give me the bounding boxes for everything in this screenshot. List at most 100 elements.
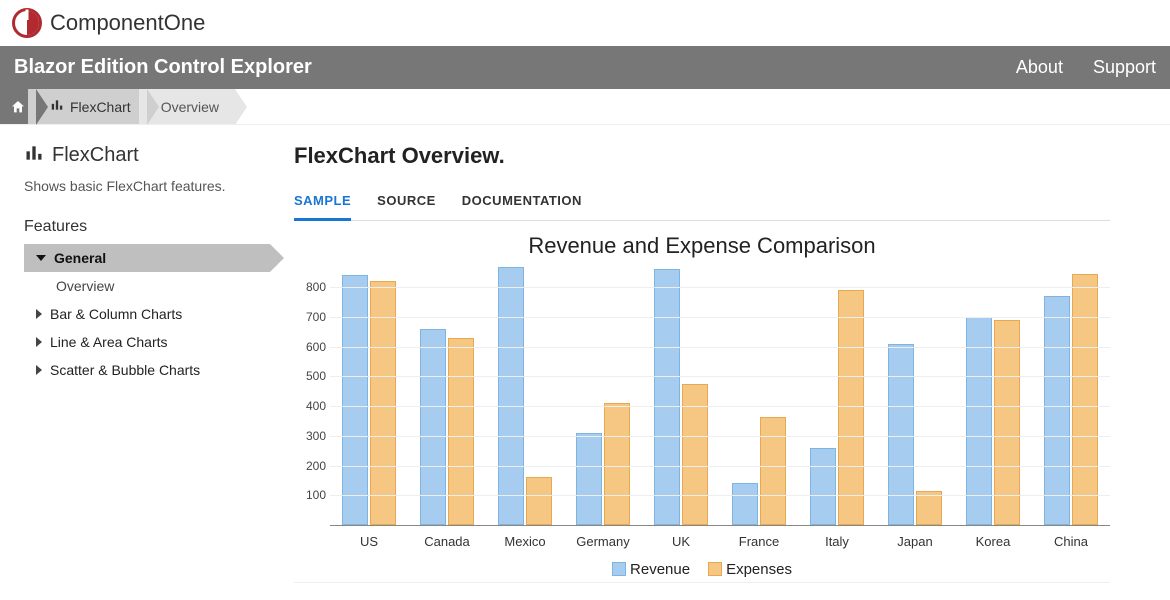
bar-expenses — [526, 477, 552, 525]
bar-group — [564, 403, 642, 525]
chevron-right-icon — [36, 337, 42, 347]
sidebar-item-label: General — [54, 250, 106, 266]
about-link[interactable]: About — [1016, 57, 1063, 78]
features-heading: Features — [24, 218, 270, 236]
title-bar: Blazor Edition Control Explorer About Su… — [0, 46, 1170, 89]
bar-revenue — [654, 269, 680, 525]
tab-documentation[interactable]: DOCUMENTATION — [462, 187, 582, 220]
sidebar-item-label: Line & Area Charts — [50, 334, 168, 350]
bar-expenses — [604, 403, 630, 525]
legend-swatch-expenses — [708, 562, 722, 576]
y-tick-label: 100 — [306, 488, 326, 502]
sidebar-item-line-area[interactable]: Line & Area Charts — [24, 328, 270, 356]
bar-expenses — [1072, 274, 1098, 525]
tab-source[interactable]: SOURCE — [377, 187, 436, 220]
gridline — [330, 406, 1110, 407]
x-tick-label: Korea — [954, 534, 1032, 549]
breadcrumb-label: Overview — [161, 99, 219, 115]
gridline — [330, 376, 1110, 377]
bar-group — [1032, 274, 1110, 525]
axis-baseline — [330, 525, 1110, 526]
gridline — [330, 495, 1110, 496]
bar-group — [486, 267, 564, 526]
legend-swatch-revenue — [612, 562, 626, 576]
bar-group — [720, 417, 798, 525]
bar-expenses — [448, 338, 474, 525]
sidebar-item-general[interactable]: General — [24, 244, 270, 272]
breadcrumb-label: FlexChart — [70, 99, 131, 115]
bar-expenses — [838, 290, 864, 525]
gridline — [330, 287, 1110, 288]
breadcrumb: FlexChart Overview — [0, 89, 1170, 125]
x-tick-label: Italy — [798, 534, 876, 549]
legend-item-revenue: Revenue — [612, 561, 690, 578]
app-title: Blazor Edition Control Explorer — [14, 56, 986, 79]
bar-group — [330, 275, 408, 525]
sidebar-item-label: Scatter & Bubble Charts — [50, 362, 200, 378]
bar-group — [954, 317, 1032, 525]
bar-revenue — [810, 448, 836, 525]
support-link[interactable]: Support — [1093, 57, 1156, 78]
chevron-right-icon — [36, 365, 42, 375]
y-tick-label: 500 — [306, 369, 326, 383]
bar-revenue — [342, 275, 368, 525]
bar-chart-icon — [50, 98, 64, 115]
legend-label: Expenses — [726, 561, 792, 578]
y-tick-label: 600 — [306, 340, 326, 354]
x-tick-label: China — [1032, 534, 1110, 549]
y-tick-label: 700 — [306, 310, 326, 324]
x-tick-label: US — [330, 534, 408, 549]
bar-revenue — [498, 267, 524, 526]
sidebar-item-label: Overview — [56, 278, 114, 294]
brand-name: ComponentOne — [50, 10, 205, 36]
bar-revenue — [576, 433, 602, 525]
sidebar-title: FlexChart — [52, 144, 139, 167]
bar-expenses — [994, 320, 1020, 525]
bar-revenue — [966, 317, 992, 525]
brand-bar: ComponentOne — [0, 0, 1170, 46]
bar-chart-icon — [24, 143, 44, 168]
bar-revenue — [888, 344, 914, 525]
bar-revenue — [732, 483, 758, 525]
y-tick-label: 300 — [306, 429, 326, 443]
y-tick-label: 400 — [306, 399, 326, 413]
main-content: FlexChart Overview. SAMPLE SOURCE DOCUME… — [270, 125, 1170, 593]
chart-container: Revenue and Expense Comparison 100 200 300… — [294, 233, 1110, 583]
gridline — [330, 317, 1110, 318]
y-tick-label: 200 — [306, 459, 326, 473]
x-tick-label: Mexico — [486, 534, 564, 549]
bar-group — [876, 344, 954, 525]
chart-plot: 100 200 300 400 500 600 700 800 USCanadaMexicoG… — [294, 265, 1110, 555]
tabs: SAMPLE SOURCE DOCUMENTATION — [294, 187, 1110, 221]
gridline — [330, 466, 1110, 467]
sidebar-item-scatter-bubble[interactable]: Scatter & Bubble Charts — [24, 356, 270, 384]
legend-item-expenses: Expenses — [708, 561, 792, 578]
y-tick-label: 800 — [306, 280, 326, 294]
sidebar: FlexChart Shows basic FlexChart features… — [0, 125, 270, 593]
bar-expenses — [682, 384, 708, 525]
page-title: FlexChart Overview. — [294, 143, 1110, 169]
bar-expenses — [760, 417, 786, 525]
tab-sample[interactable]: SAMPLE — [294, 187, 351, 221]
sidebar-description: Shows basic FlexChart features. — [24, 178, 270, 194]
bar-revenue — [1044, 296, 1070, 525]
gridline — [330, 347, 1110, 348]
x-tick-label: Japan — [876, 534, 954, 549]
chart-title: Revenue and Expense Comparison — [294, 233, 1110, 259]
chevron-down-icon — [36, 255, 46, 261]
chevron-right-icon — [36, 309, 42, 319]
sidebar-item-overview[interactable]: Overview — [24, 272, 270, 300]
gridline — [330, 436, 1110, 437]
legend-label: Revenue — [630, 561, 690, 578]
home-icon — [10, 99, 26, 115]
x-tick-label: France — [720, 534, 798, 549]
bar-group — [642, 269, 720, 525]
x-tick-label: Canada — [408, 534, 486, 549]
sidebar-item-label: Bar & Column Charts — [50, 306, 182, 322]
brand-logo-icon — [12, 8, 42, 38]
chart-legend: Revenue Expenses — [294, 561, 1110, 578]
x-tick-label: UK — [642, 534, 720, 549]
x-tick-label: Germany — [564, 534, 642, 549]
bar-group — [798, 290, 876, 525]
sidebar-item-bar-column[interactable]: Bar & Column Charts — [24, 300, 270, 328]
